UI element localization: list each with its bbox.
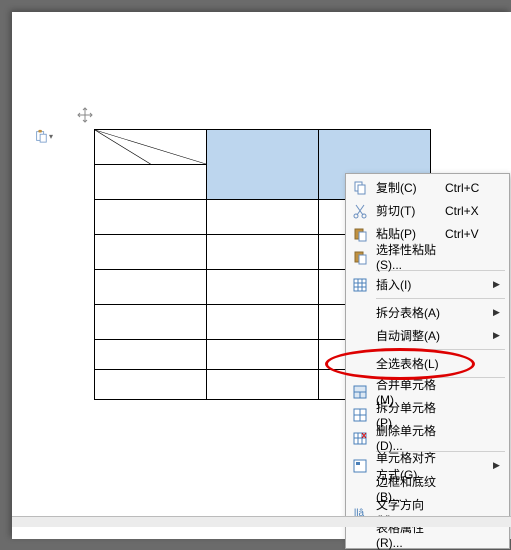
- menu-separator: [376, 349, 505, 350]
- menu-separator: [376, 298, 505, 299]
- menu-item-copy[interactable]: 复制(C) Ctrl+C: [348, 176, 507, 199]
- submenu-arrow-icon: ▶: [493, 460, 507, 471]
- merge-cells-icon: [348, 384, 372, 400]
- table-cell[interactable]: [95, 200, 207, 235]
- menu-item-cut[interactable]: 剪切(T) Ctrl+X: [348, 199, 507, 222]
- table-cell[interactable]: [95, 370, 207, 400]
- menu-shortcut: Ctrl+C: [445, 181, 493, 195]
- submenu-arrow-icon: ▶: [493, 279, 507, 290]
- menu-label: 复制(C): [372, 179, 445, 196]
- menu-item-select-table[interactable]: 全选表格(L): [348, 352, 507, 375]
- menu-item-split-table[interactable]: 拆分表格(A) ▶: [348, 301, 507, 324]
- table-cell[interactable]: [95, 305, 207, 340]
- table-cell-selected[interactable]: [207, 130, 319, 200]
- document-area: ▾ 复制(C) Ctrl+C 剪切(T) Ctrl+X: [12, 12, 511, 516]
- copy-icon: [348, 180, 372, 196]
- menu-label: 剪切(T): [372, 202, 445, 219]
- split-cells-icon: [348, 407, 372, 423]
- horizontal-scrollbar[interactable]: [12, 516, 511, 527]
- dropdown-arrow-icon: ▾: [49, 132, 53, 141]
- menu-shortcut: Ctrl+X: [445, 204, 493, 218]
- table-cell[interactable]: [95, 235, 207, 270]
- cell-align-icon: [348, 458, 372, 474]
- menu-shortcut: Ctrl+V: [445, 227, 493, 241]
- menu-item-auto-fit[interactable]: 自动调整(A) ▶: [348, 324, 507, 347]
- table-cell[interactable]: [207, 270, 319, 305]
- submenu-arrow-icon: ▶: [493, 330, 507, 341]
- delete-cells-icon: [348, 430, 372, 446]
- table-cell[interactable]: [95, 340, 207, 370]
- table-cell[interactable]: [207, 235, 319, 270]
- table-cell[interactable]: [207, 200, 319, 235]
- menu-label: 自动调整(A): [372, 327, 445, 344]
- table-move-handle[interactable]: [77, 107, 93, 123]
- menu-item-insert[interactable]: 插入(I) ▶: [348, 273, 507, 296]
- menu-label: 插入(I): [372, 276, 445, 293]
- paste-special-icon: [348, 249, 372, 265]
- menu-label: 全选表格(L): [372, 355, 445, 372]
- table-cell[interactable]: [95, 165, 207, 200]
- table-cell[interactable]: [207, 370, 319, 400]
- menu-item-delete-cells[interactable]: 删除单元格(D)...: [348, 426, 507, 449]
- table-cell[interactable]: [207, 305, 319, 340]
- menu-label: 选择性粘贴(S)...: [372, 241, 445, 272]
- menu-label: 拆分表格(A): [372, 304, 445, 321]
- submenu-arrow-icon: ▶: [493, 307, 507, 318]
- menu-item-paste-special[interactable]: 选择性粘贴(S)...: [348, 245, 507, 268]
- cut-icon: [348, 203, 372, 219]
- table-cell[interactable]: [95, 130, 207, 165]
- table-cell[interactable]: [207, 340, 319, 370]
- table-cell[interactable]: [95, 270, 207, 305]
- paste-options-button[interactable]: ▾: [34, 127, 56, 145]
- menu-label: 粘贴(P): [372, 225, 445, 242]
- context-menu: 复制(C) Ctrl+C 剪切(T) Ctrl+X 粘贴(P) Ctrl+V 选…: [345, 173, 510, 549]
- insert-table-icon: [348, 277, 372, 293]
- paste-icon: [348, 226, 372, 242]
